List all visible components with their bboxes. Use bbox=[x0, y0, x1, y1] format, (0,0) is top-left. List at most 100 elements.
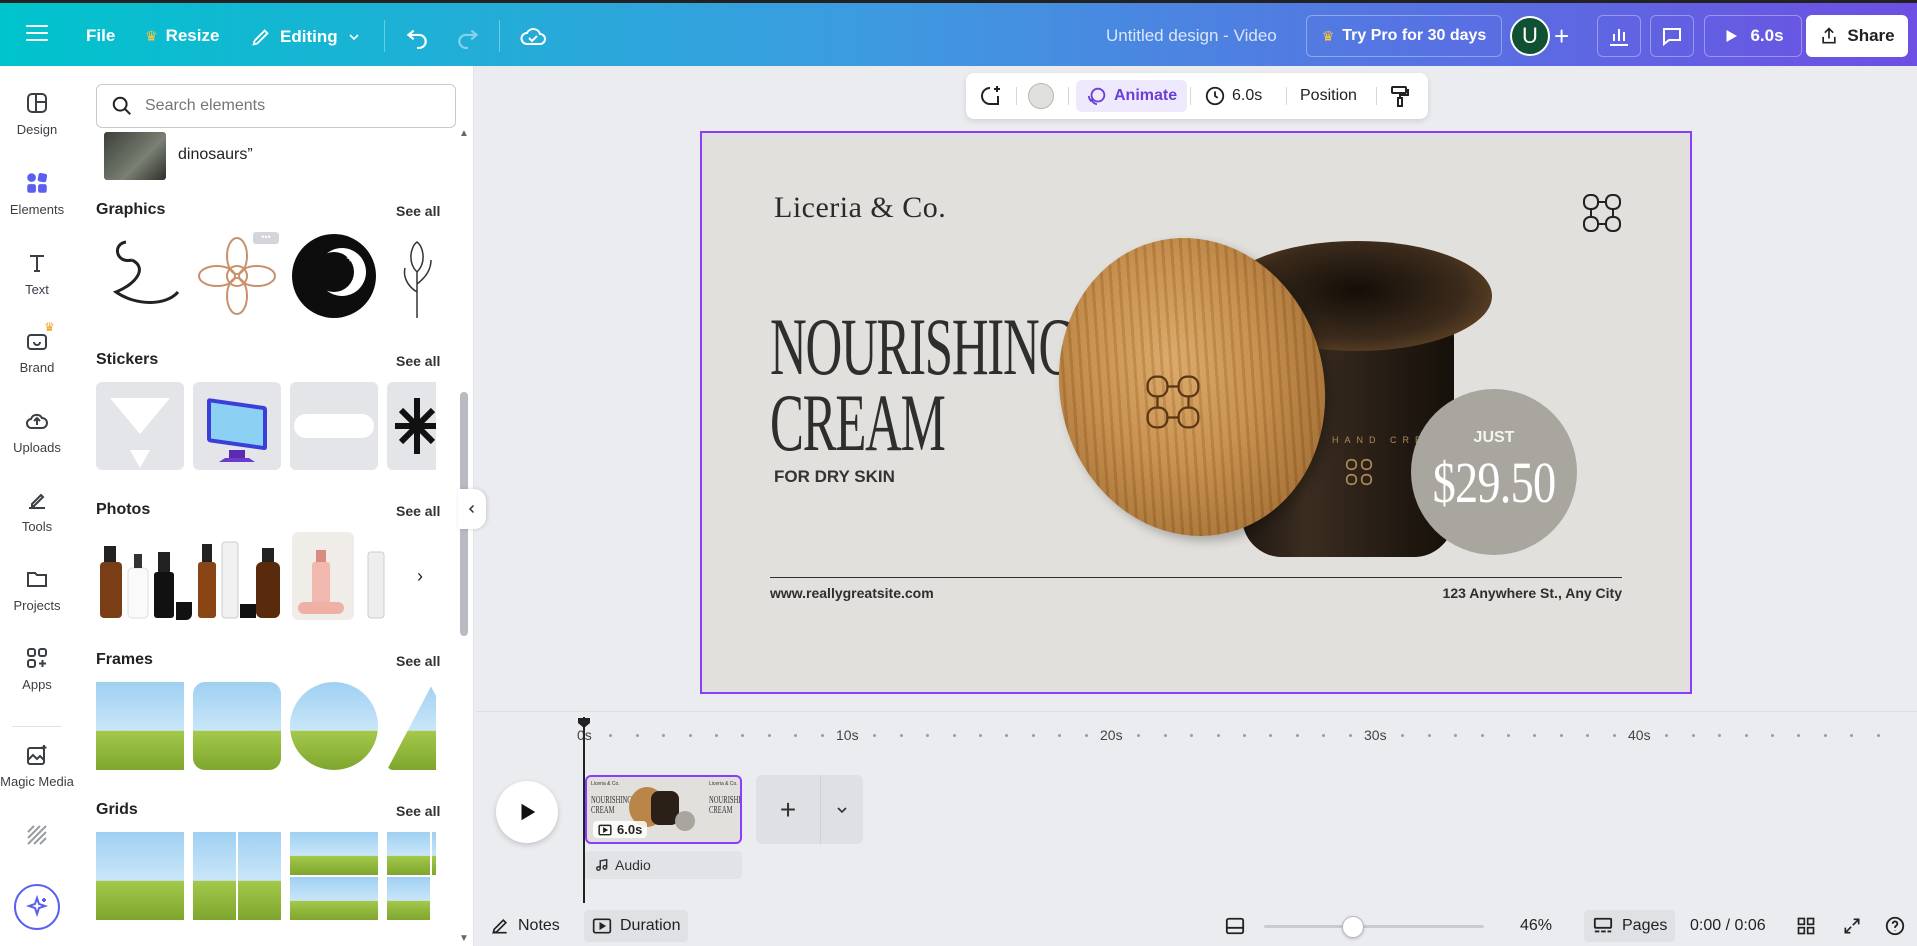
grid-single[interactable] bbox=[96, 832, 184, 920]
rail-item-apps[interactable]: Apps bbox=[0, 645, 74, 692]
photo-bottles[interactable] bbox=[96, 532, 192, 620]
fullscreen-button[interactable] bbox=[1834, 910, 1870, 942]
animate-button[interactable]: Animate bbox=[1076, 80, 1188, 112]
photo-serum-bottles[interactable] bbox=[194, 532, 290, 620]
sticker-arrow-shape[interactable] bbox=[96, 382, 184, 470]
grid-four[interactable]: › bbox=[387, 832, 436, 920]
share-button[interactable]: Share bbox=[1806, 15, 1908, 57]
graphic-tulip-lineart[interactable]: › bbox=[387, 232, 436, 320]
try-pro-button[interactable]: ♛ Try Pro for 30 days bbox=[1306, 15, 1502, 57]
zoom-slider-track[interactable] bbox=[1264, 925, 1484, 928]
zoom-level[interactable]: 46% bbox=[1512, 910, 1560, 942]
design-title[interactable]: Untitled design - Video bbox=[1106, 26, 1277, 46]
redo-icon[interactable] bbox=[455, 23, 481, 54]
website-text[interactable]: www.reallygreatsite.com bbox=[770, 585, 934, 601]
grid-two-row[interactable] bbox=[290, 832, 378, 920]
position-button[interactable]: Position bbox=[1300, 73, 1357, 119]
copy-style-button[interactable] bbox=[1388, 73, 1412, 119]
add-comment-button[interactable] bbox=[978, 73, 1002, 119]
sticker-computer[interactable] bbox=[193, 382, 281, 470]
timeline-play-button[interactable] bbox=[496, 781, 558, 843]
play-icon bbox=[521, 803, 536, 821]
scroll-up-arrow[interactable]: ▲ bbox=[459, 128, 469, 139]
photo-bottle-partial[interactable]: › bbox=[356, 532, 436, 620]
frame-square[interactable] bbox=[96, 682, 184, 770]
rail-item-text[interactable]: Text bbox=[0, 250, 74, 297]
timeline-tick-dot bbox=[820, 734, 824, 737]
rail-item-magic-media[interactable]: Magic Media bbox=[0, 742, 74, 789]
graphic-moon-face[interactable] bbox=[290, 232, 378, 320]
rail-item-brand[interactable]: ♛ Brand bbox=[0, 320, 74, 375]
frame-rounded[interactable] bbox=[193, 682, 281, 770]
help-button[interactable] bbox=[1876, 910, 1914, 942]
brand-name[interactable]: Liceria & Co. bbox=[774, 191, 946, 225]
timeline-tick-dot bbox=[715, 734, 718, 737]
comments-button[interactable] bbox=[1650, 15, 1694, 57]
audio-track[interactable]: Audio bbox=[585, 851, 742, 879]
timeline-tick-dot bbox=[979, 734, 982, 737]
knot-logo-icon[interactable] bbox=[1580, 191, 1624, 235]
crown-icon: ♛ bbox=[1321, 27, 1335, 44]
timeline-tick-label: 20s bbox=[1100, 727, 1123, 743]
add-page-options-button[interactable] bbox=[821, 775, 863, 844]
see-all-graphics-link[interactable]: See all bbox=[396, 203, 440, 219]
grids-row: › bbox=[96, 832, 436, 920]
collapse-panel-button[interactable] bbox=[458, 489, 486, 529]
divider bbox=[1016, 87, 1017, 105]
grid-view-button[interactable] bbox=[1788, 910, 1824, 942]
rail-item-projects[interactable]: Projects bbox=[0, 566, 74, 613]
bar-chart-icon bbox=[1610, 29, 1628, 46]
add-collaborator-icon[interactable]: + bbox=[1554, 21, 1569, 52]
see-all-stickers-link[interactable]: See all bbox=[396, 353, 440, 369]
divider-line[interactable] bbox=[770, 577, 1622, 578]
file-menu-button[interactable]: File bbox=[86, 26, 115, 46]
address-text[interactable]: 123 Anywhere St., Any City bbox=[1443, 585, 1622, 601]
rail-item-design[interactable]: Design bbox=[0, 90, 74, 137]
background-color-button[interactable] bbox=[1028, 73, 1054, 119]
menu-icon[interactable] bbox=[26, 25, 48, 43]
see-all-photos-link[interactable]: See all bbox=[396, 503, 440, 519]
design-page[interactable]: Liceria & Co. NOURISHING CREAM FOR DRY S… bbox=[700, 131, 1692, 694]
rail-item-uploads[interactable]: Uploads bbox=[0, 408, 74, 455]
see-all-frames-link[interactable]: See all bbox=[396, 653, 440, 669]
cloud-save-icon[interactable] bbox=[519, 23, 547, 54]
see-all-grids-link[interactable]: See all bbox=[396, 803, 440, 819]
price-badge[interactable]: JUST $29.50 bbox=[1411, 389, 1577, 555]
hide-pages-button[interactable] bbox=[1216, 910, 1254, 942]
grid-two-column[interactable] bbox=[193, 832, 281, 920]
subheading[interactable]: FOR DRY SKIN bbox=[774, 467, 895, 487]
editing-mode-button[interactable]: Editing bbox=[250, 26, 362, 48]
sticker-asterisk[interactable]: › bbox=[387, 382, 436, 470]
graphic-floral-knot[interactable]: ••• bbox=[193, 232, 281, 320]
insights-button[interactable] bbox=[1597, 15, 1641, 57]
resize-button[interactable]: ♛ Resize bbox=[145, 26, 219, 46]
search-box[interactable] bbox=[96, 84, 456, 128]
notes-button[interactable]: Notes bbox=[482, 910, 568, 942]
more-icon[interactable]: ••• bbox=[253, 232, 279, 244]
present-play-button[interactable]: 6.0s bbox=[1704, 15, 1802, 57]
sticker-pill-shape[interactable] bbox=[290, 382, 378, 470]
magic-assistant-button[interactable] bbox=[14, 884, 60, 930]
page-clip[interactable]: Liceria & Co. NOURISHING CREAM Liceria & … bbox=[585, 775, 742, 844]
frames-row: › bbox=[96, 682, 436, 770]
rail-item-tools[interactable]: Tools bbox=[0, 487, 74, 534]
timeline-tick-dot bbox=[1163, 734, 1167, 737]
search-input[interactable] bbox=[145, 97, 445, 115]
undo-icon[interactable] bbox=[404, 23, 430, 54]
chevron-right-icon[interactable]: › bbox=[406, 562, 434, 590]
pages-button[interactable]: Pages bbox=[1584, 910, 1676, 942]
rail-item-background[interactable] bbox=[0, 822, 74, 854]
frame-circle[interactable] bbox=[290, 682, 378, 770]
duration-button[interactable]: Duration bbox=[584, 910, 689, 942]
graphic-swan[interactable] bbox=[96, 232, 184, 320]
headline[interactable]: NOURISHING CREAM bbox=[770, 306, 1075, 464]
photo-pink-cosmetics[interactable] bbox=[292, 532, 354, 620]
add-page-button[interactable]: + bbox=[756, 775, 820, 844]
timing-button[interactable]: 6.0s bbox=[1204, 73, 1262, 119]
frame-triangle[interactable]: › bbox=[387, 682, 436, 770]
playhead-handle-icon[interactable] bbox=[577, 717, 591, 729]
avatar[interactable]: U bbox=[1510, 16, 1550, 56]
zoom-slider-handle[interactable] bbox=[1342, 916, 1364, 938]
scroll-down-arrow[interactable]: ▼ bbox=[459, 933, 469, 944]
rail-item-elements[interactable]: Elements bbox=[0, 170, 74, 217]
